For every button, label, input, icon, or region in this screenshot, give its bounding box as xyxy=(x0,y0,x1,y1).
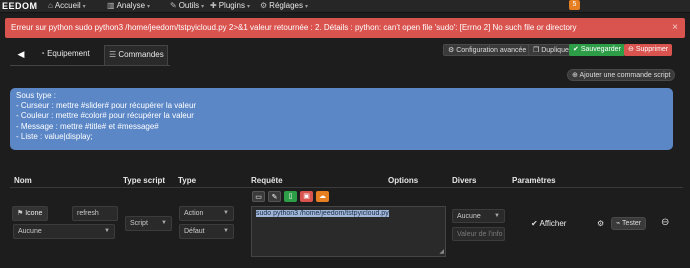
minus-circle-icon: ⊖ xyxy=(628,46,634,53)
header-nom: Nom xyxy=(14,176,32,185)
type-select[interactable]: Action ▼ xyxy=(179,206,234,221)
header-divers: Divers xyxy=(452,176,477,185)
arrow-circle-left-icon: ◀ xyxy=(17,49,25,59)
wrench-icon: ✎ xyxy=(170,1,177,10)
alert-message: Erreur sur python sudo python3 /home/jee… xyxy=(11,23,577,32)
chevron-down-icon: ▼ xyxy=(104,228,110,234)
chevron-down-icon: ▾ xyxy=(147,4,151,10)
file-new-icon[interactable]: ▯ xyxy=(284,191,297,202)
flag-icon: ⚑ xyxy=(17,210,24,217)
folder-open-icon[interactable]: ▭ xyxy=(252,191,265,202)
info-line: Sous type : xyxy=(16,91,57,100)
error-alert: Erreur sur python sudo python3 /home/jee… xyxy=(5,18,685,38)
delete-button[interactable]: ⊖ Supprimer xyxy=(624,44,673,56)
menu-reglages[interactable]: ⚙ Réglages ▾ xyxy=(260,1,308,10)
header-type: Type xyxy=(178,176,197,185)
top-navbar: EEDOM ⌂ Accueil ▾ ▥ Analyse ▾ ✎ Outils ▾ ✚ Plug… xyxy=(0,0,690,13)
copy-icon: ❐ xyxy=(533,47,540,54)
tachometer-icon: ◔ xyxy=(40,49,45,58)
info-line: - Message : mettre #title# et #message# xyxy=(16,121,159,131)
value-select[interactable]: Aucune ▼ xyxy=(13,224,115,239)
chevron-down-icon: ▼ xyxy=(223,228,229,234)
chevron-down-icon: ▾ xyxy=(201,4,205,10)
chevron-down-icon: ▼ xyxy=(223,210,229,216)
info-line: - Liste : value|display; xyxy=(16,131,93,141)
cogs-icon: ⚙ xyxy=(448,47,455,54)
tab-divider xyxy=(10,65,170,66)
close-icon[interactable]: × xyxy=(672,18,678,38)
tab-commandes[interactable]: ☰ Commandes xyxy=(104,45,168,65)
script-type-select[interactable]: Script ▼ xyxy=(125,216,172,231)
chevron-down-icon: ▾ xyxy=(82,4,86,10)
header-options: Options xyxy=(388,176,419,185)
puzzle-icon: ✚ xyxy=(210,1,217,10)
chevron-down-icon: ▼ xyxy=(494,213,500,219)
tester-button[interactable]: ⌁ Tester xyxy=(611,217,647,230)
trash-icon[interactable]: ▣ xyxy=(300,191,313,202)
subtype-select[interactable]: Défaut ▼ xyxy=(179,224,234,239)
brand-logo[interactable]: EEDOM xyxy=(2,1,38,11)
advanced-config-button[interactable]: ⚙ Configuration avancée xyxy=(443,44,532,56)
minus-circle-icon[interactable]: ⊖ xyxy=(661,217,669,228)
add-command-button[interactable]: ⊕ Ajouter une commande script xyxy=(567,69,676,81)
menu-accueil[interactable]: ⌂ Accueil ▾ xyxy=(48,1,86,10)
back-tab[interactable]: ◀ xyxy=(14,45,28,65)
check-circle-icon: ✔ xyxy=(573,46,579,53)
header-requete: Requête xyxy=(251,176,283,185)
request-text: sudo python3 /home/jeedom/tstpyicloud.py xyxy=(256,210,389,217)
request-textarea[interactable]: sudo python3 /home/jeedom/tstpyicloud.py… xyxy=(251,206,446,257)
command-name-input[interactable]: refresh xyxy=(72,206,118,221)
divers-select[interactable]: Aucune ▼ xyxy=(452,209,505,223)
menu-plugins[interactable]: ✚ Plugins ▾ xyxy=(210,1,250,10)
cogs-icon[interactable]: ⚙ xyxy=(597,219,604,228)
menu-analyse[interactable]: ▥ Analyse ▾ xyxy=(107,1,150,10)
subtype-info-box: Sous type : - Curseur : mettre #slider# … xyxy=(10,88,673,150)
header-divider xyxy=(10,187,683,188)
list-icon: ☰ xyxy=(109,50,117,59)
icon-picker-button[interactable]: ⚑ Icone xyxy=(12,206,48,221)
edit-icon[interactable]: ✎ xyxy=(268,191,281,202)
plus-circle-icon: ⊕ xyxy=(572,72,578,79)
resize-handle-icon[interactable]: ◢ xyxy=(439,248,444,255)
info-line: - Couleur : mettre #color# pour récupére… xyxy=(16,111,194,121)
tab-equipement[interactable]: ◔ Equipement xyxy=(36,45,90,65)
rss-icon: ⌁ xyxy=(616,220,621,227)
chevron-down-icon: ▼ xyxy=(161,220,167,226)
notification-badge[interactable]: 5 xyxy=(569,0,580,10)
check-icon: ✔ xyxy=(531,219,538,228)
header-parametres: Paramètres xyxy=(512,176,556,185)
header-type-script: Type script xyxy=(123,176,166,185)
save-button[interactable]: ✔ Sauvegarder xyxy=(569,44,625,56)
home-icon: ⌂ xyxy=(48,1,53,10)
chevron-down-icon: ▾ xyxy=(304,4,308,10)
chevron-down-icon: ▾ xyxy=(246,4,250,10)
divers-value-input[interactable]: Valeur de l'info xyxy=(452,227,505,241)
gears-icon: ⚙ xyxy=(260,1,268,10)
info-line: - Curseur : mettre #slider# pour récupér… xyxy=(16,101,197,111)
cloud-upload-icon[interactable]: ☁ xyxy=(316,191,329,202)
menu-outils[interactable]: ✎ Outils ▾ xyxy=(170,1,204,10)
afficher-checkbox[interactable]: ✔ Afficher xyxy=(531,219,566,228)
chart-icon: ▥ xyxy=(107,1,115,10)
